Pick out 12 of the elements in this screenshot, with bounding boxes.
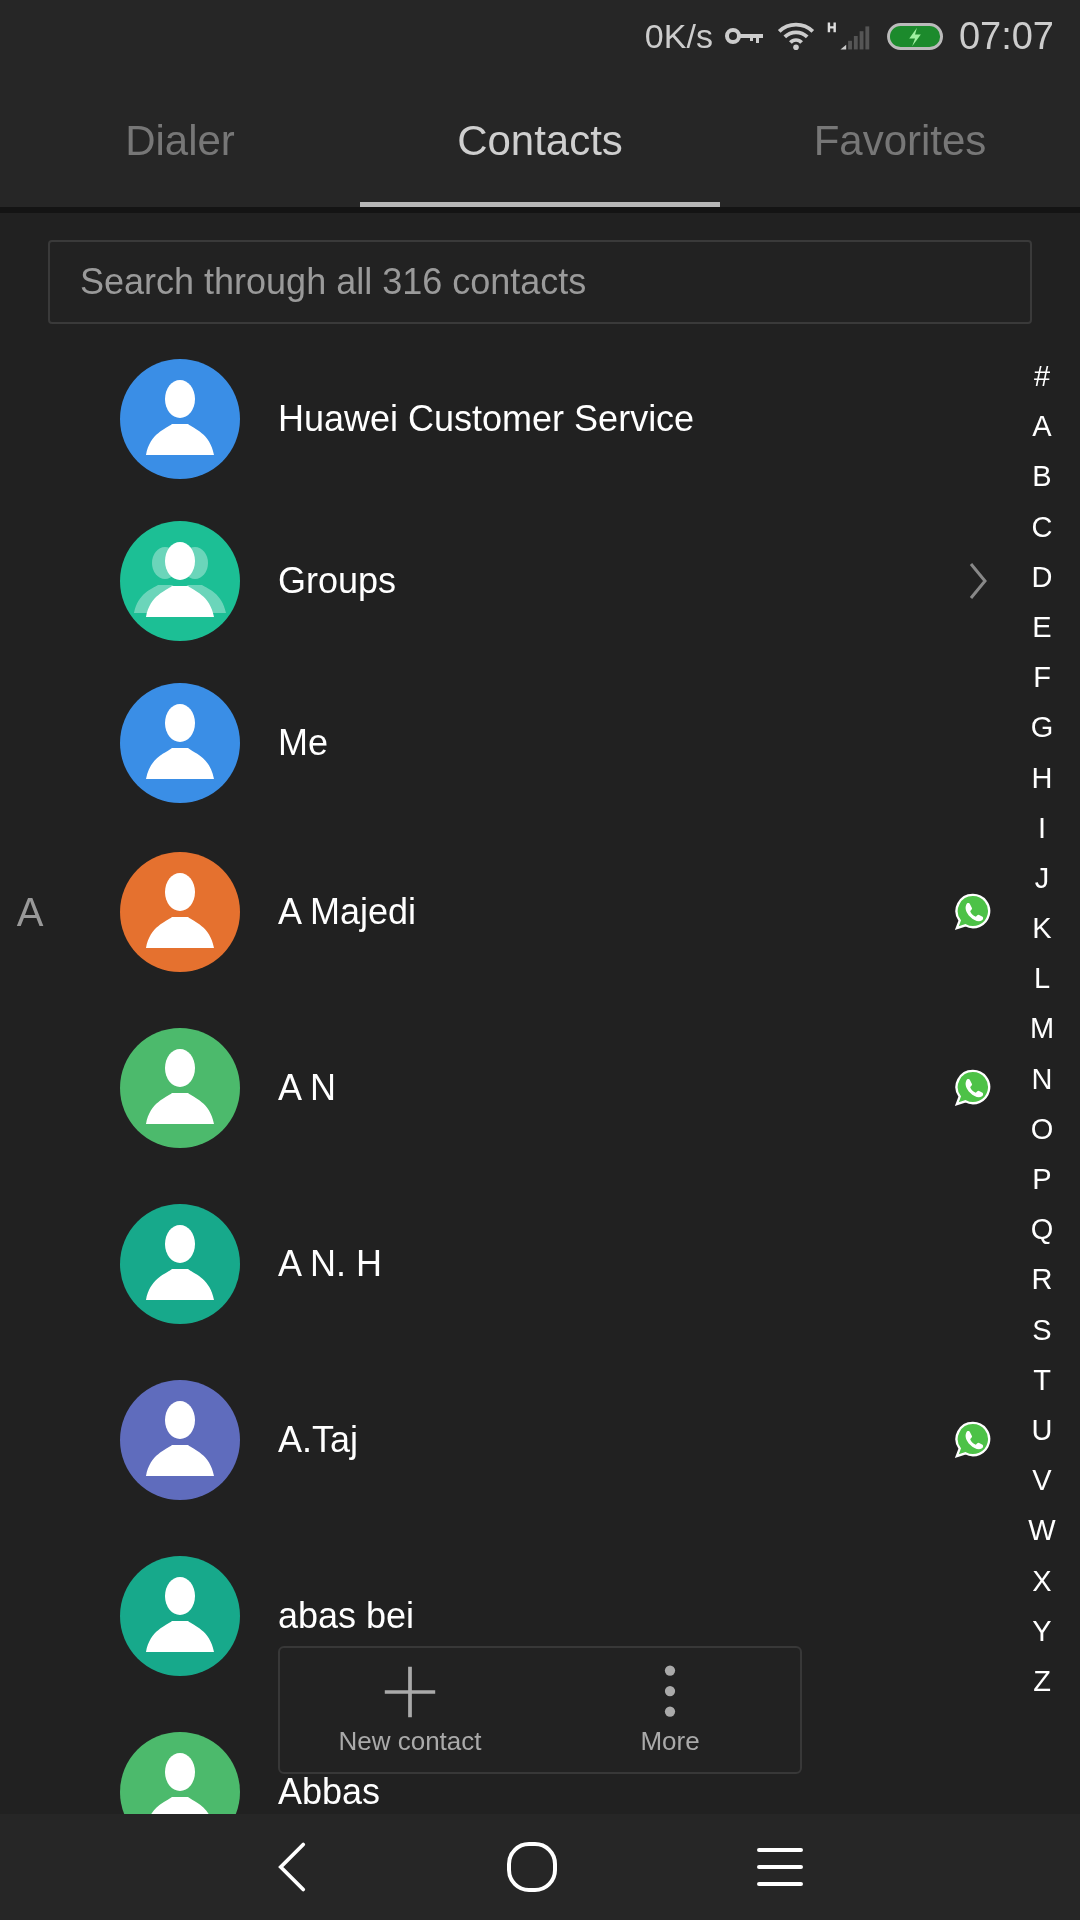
contact-name: A N (278, 1067, 337, 1109)
contact-name: A Majedi (278, 891, 417, 933)
contact-name: abas bei (278, 1595, 415, 1637)
contact-name: Me (278, 722, 328, 764)
clock: 07:07 (958, 14, 1054, 58)
contact-name: A N. H (278, 1243, 383, 1285)
network-speed: 0K/s (644, 16, 713, 56)
contact-name: Abbas (278, 1771, 381, 1813)
contact-name: Huawei Customer Service (278, 398, 695, 440)
section-letter: A (16, 889, 44, 935)
contact-name: A.Taj (278, 1419, 359, 1461)
contact-name: Groups (278, 560, 397, 602)
